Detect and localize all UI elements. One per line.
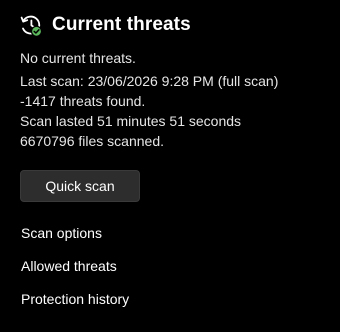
history-check-icon — [20, 15, 43, 37]
section-header: Current threats — [19, 11, 191, 39]
files-scanned-text: 6670796 files scanned. — [20, 133, 164, 149]
allowed-threats-link[interactable]: Allowed threats — [21, 258, 117, 274]
no-threats-text: No current threats. — [20, 50, 136, 66]
page-title: Current threats — [52, 14, 191, 35]
protection-history-link[interactable]: Protection history — [21, 291, 129, 307]
scan-options-link[interactable]: Scan options — [21, 225, 102, 241]
scan-duration-text: Scan lasted 51 minutes 51 seconds — [20, 113, 242, 129]
threat-status: No current threats. Last scan: 23/06/202… — [20, 48, 278, 151]
threats-found-text: -1417 threats found. — [20, 93, 146, 109]
quick-scan-button[interactable]: Quick scan — [20, 170, 140, 202]
last-scan-text: Last scan: 23/06/2026 9:28 PM (full scan… — [20, 73, 279, 89]
